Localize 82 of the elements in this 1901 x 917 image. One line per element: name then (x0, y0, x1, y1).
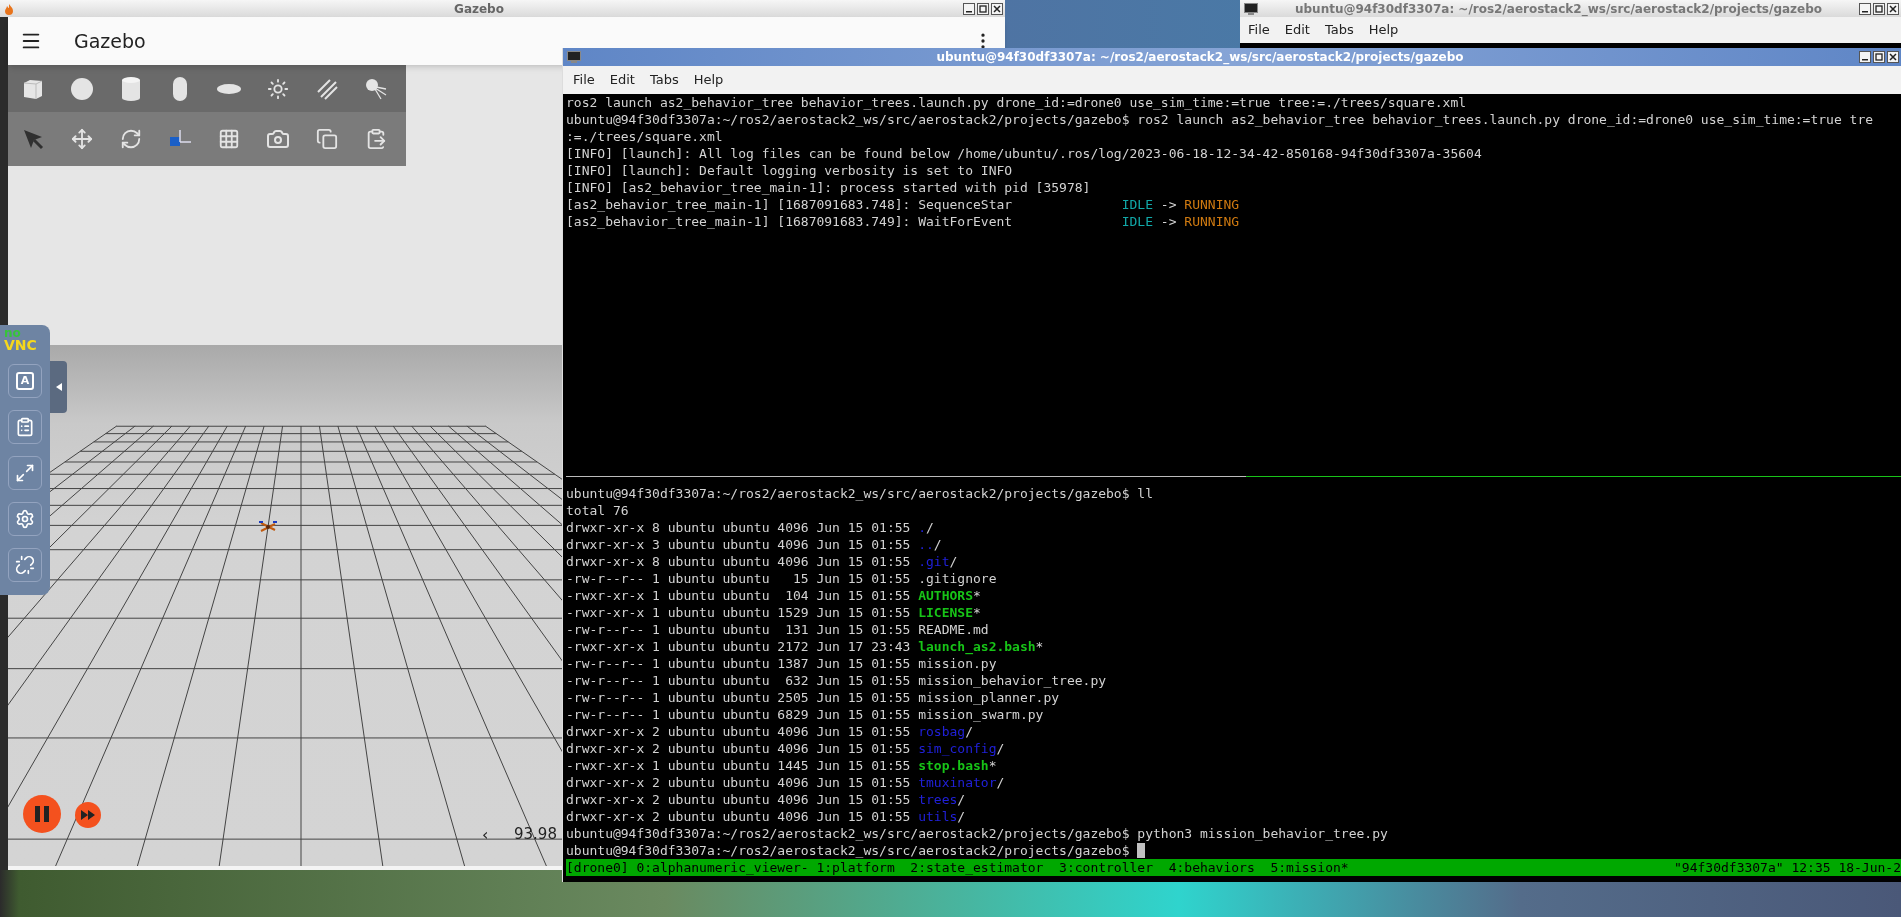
disconnect-icon[interactable] (15, 555, 35, 575)
terminal-line: ubuntu@94f30df3307a:~/ros2/aerostack2_ws/src/aerostack2/projects/gazebo$ ll (566, 485, 1153, 502)
minimize-icon[interactable] (1859, 2, 1871, 15)
terminal-line: -rw-r--r-- 1 ubuntu ubuntu 632 Jun 15 01:55 mission_behavior_tree.py (566, 672, 1107, 689)
terminal-line: total 76 (566, 502, 629, 519)
sphere-icon[interactable] (69, 76, 94, 101)
terminal-line: -rw-r--r-- 1 ubuntu ubuntu 1387 Jun 15 01:55 mission.py (566, 655, 997, 672)
terminal-line: drwxr-xr-x 8 ubuntu ubuntu 4096 Jun 15 01:55 .git/ (566, 553, 958, 570)
terminal-line: -rwxr-xr-x 1 ubuntu ubuntu 1529 Jun 15 01:55 LICENSE* (566, 604, 981, 621)
terminal-line: :=./trees/square.xml (566, 128, 723, 145)
terminal-line: ubuntu@94f30df3307a:~/ros2/aerostack2_ws/src/aerostack2/projects/gazebo$ python3 mission_behavior_tree.py (566, 825, 1388, 842)
terminal-line: drwxr-xr-x 8 ubuntu ubuntu 4096 Jun 15 01:55 ./ (566, 519, 934, 536)
fullscreen-icon[interactable] (15, 463, 35, 483)
terminal-line: -rw-r--r-- 1 ubuntu ubuntu 6829 Jun 15 01:55 mission_swarm.py (566, 706, 1044, 723)
terminal-line: -rw-r--r-- 1 ubuntu ubuntu 15 Jun 15 01:55 .gitignore (566, 570, 997, 587)
terminal-line: -rwxr-xr-x 1 ubuntu ubuntu 2172 Jun 17 23:43 launch_as2.bash* (566, 638, 1044, 655)
close-icon[interactable] (1887, 51, 1899, 63)
copy-icon[interactable] (315, 128, 338, 150)
minimize-icon[interactable] (963, 2, 975, 15)
terminal-line: -rw-r--r-- 1 ubuntu ubuntu 2505 Jun 15 01:55 mission_planner.py (566, 689, 1060, 706)
close-icon[interactable] (991, 2, 1003, 15)
arrow-pointer-icon[interactable] (21, 128, 44, 150)
menu-item[interactable]: File (573, 70, 595, 90)
real-time-factor: 93.98 (514, 824, 557, 845)
cylinder-icon[interactable] (120, 75, 141, 102)
keyboard-button[interactable]: A (8, 364, 42, 398)
panel-handle[interactable] (50, 361, 67, 413)
status-windows: [drone0] 0:alphanumeric_viewer- 1:platform 2:state_estimator 3:controller 4:behaviors 5:mission* (566, 859, 1349, 876)
maximize-icon[interactable] (977, 2, 989, 15)
clipboard-icon[interactable] (15, 417, 35, 437)
terminal-line: drwxr-xr-x 2 ubuntu ubuntu 4096 Jun 15 01:55 trees/ (566, 791, 966, 808)
terminal-icon (567, 51, 581, 63)
terminal-line: ubuntu@94f30df3307a:~/ros2/aerostack2_ws/src/aerostack2/projects/gazebo$ ros2 launch as2_behavior_tree behavior_trees.launch.py drone_id:=drone0 use_sim_time:=true tre (566, 111, 1874, 128)
window-title: ubuntu@94f30df3307a: ~/ros2/aerostack2_ws/src/aerostack2/projects/gazebo (1294, 0, 1823, 18)
terminal-line: -rwxr-xr-x 1 ubuntu ubuntu 1445 Jun 15 01:55 stop.bash* (566, 757, 997, 774)
previous-arrow[interactable]: ‹ (482, 823, 489, 847)
menu-item[interactable]: Help (693, 70, 724, 90)
flame-icon (3, 2, 15, 15)
logo-top: no (4, 328, 21, 339)
terminal-line: [as2_behavior_tree_main-1] [1687091683.748]: SequenceStar IDLE -> RUNNING (566, 196, 1240, 213)
minimize-icon[interactable] (1859, 51, 1871, 63)
menu-item[interactable]: Edit (1284, 20, 1310, 40)
app-title: Gazebo (74, 28, 146, 54)
terminal-line: [INFO] [as2_behavior_tree_main-1]: process started with pid [35978] (566, 179, 1091, 196)
terminal-line: drwxr-xr-x 2 ubuntu ubuntu 4096 Jun 15 01:55 rosbag/ (566, 723, 973, 740)
terminal-line: [INFO] [launch]: All log files can be found below /home/ubuntu/.ros/log/2023-06-18-12-34-42-850168-94f30df3307a-35604 (566, 145, 1482, 162)
terminal-line: [INFO] [launch]: Default logging verbosity is set to INFO (566, 162, 1013, 179)
grid-icon[interactable] (217, 128, 240, 150)
ellipsoid-icon[interactable] (216, 82, 241, 95)
status-host-time: "94f30df3307a" 12:35 18-Jun-2 (1674, 859, 1901, 876)
terminal-line: drwxr-xr-x 2 ubuntu ubuntu 4096 Jun 15 01:55 utils/ (566, 808, 966, 825)
terminal-line: [as2_behavior_tree_main-1] [1687091683.749]: WaitForEvent IDLE -> RUNNING (566, 213, 1240, 230)
terminal-line: drwxr-xr-x 2 ubuntu ubuntu 4096 Jun 15 01:55 sim_config/ (566, 740, 1005, 757)
terminal-line: -rw-r--r-- 1 ubuntu ubuntu 131 Jun 15 01:55 README.md (566, 621, 989, 638)
window-title: ubuntu@94f30df3307a: ~/ros2/aerostack2_ws/src/aerostack2/projects/gazebo (936, 49, 1464, 66)
menu-item[interactable]: File (1248, 20, 1270, 40)
close-icon[interactable] (1887, 2, 1899, 15)
capsule-icon[interactable] (172, 76, 187, 101)
terminal-line: ros2 launch as2_behavior_tree behavior_trees.launch.py drone_id:=drone0 use_sim_time:=true tree:=./trees/square.xml (566, 94, 1467, 111)
maximize-icon[interactable] (1873, 2, 1885, 15)
move-icon[interactable] (70, 128, 93, 150)
logo-bottom: VNC (4, 339, 37, 352)
window-title: Gazebo (454, 0, 504, 18)
spotlight-icon[interactable] (363, 76, 388, 101)
terminal-line: ubuntu@94f30df3307a:~/ros2/aerostack2_ws/src/aerostack2/projects/gazebo$ (566, 842, 1131, 859)
pause-button[interactable] (22, 794, 62, 834)
menu-item[interactable]: Help (1368, 20, 1399, 40)
terminal-line: drwxr-xr-x 3 ubuntu ubuntu 4096 Jun 15 01:55 ../ (566, 536, 942, 553)
terminal-icon (1244, 2, 1258, 15)
fast-forward-button[interactable] (74, 801, 102, 829)
menu-item[interactable]: Edit (609, 70, 635, 90)
maximize-icon[interactable] (1873, 51, 1885, 63)
menu-item[interactable]: Tabs (1324, 20, 1354, 40)
terminal-line: -rwxr-xr-x 1 ubuntu ubuntu 104 Jun 15 01:55 AUTHORS* (566, 587, 981, 604)
drone-icon (259, 521, 277, 532)
rotate-icon[interactable] (119, 128, 142, 150)
settings-icon[interactable] (15, 509, 35, 529)
sun-icon[interactable] (266, 77, 289, 100)
camera-icon[interactable] (265, 127, 290, 151)
caret-icon[interactable] (55, 383, 62, 391)
terminal-line: drwxr-xr-x 2 ubuntu ubuntu 4096 Jun 15 01:55 tmuxinator/ (566, 774, 1005, 791)
menu-item[interactable]: Tabs (649, 70, 679, 90)
